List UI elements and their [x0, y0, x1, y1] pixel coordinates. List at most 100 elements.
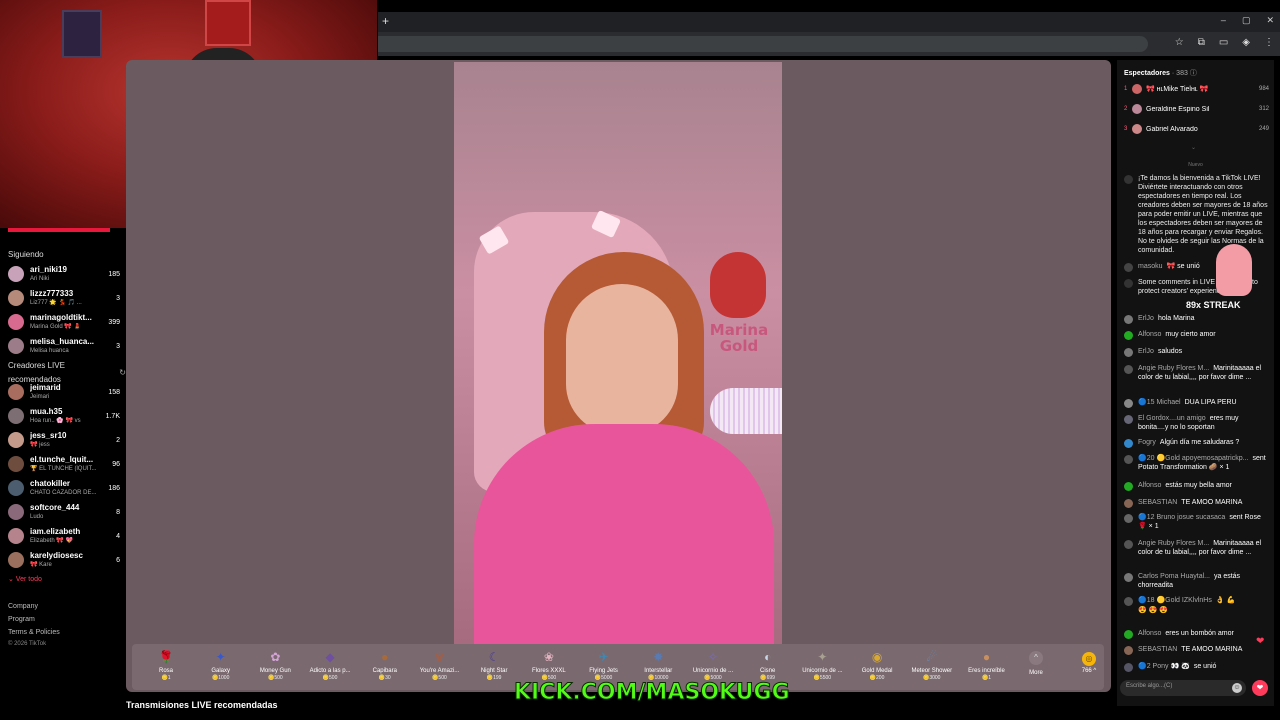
- gift-item[interactable]: ● Eres increíble 🪙1: [959, 646, 1015, 682]
- like-button[interactable]: ❤: [1252, 680, 1268, 696]
- footer-link-terms[interactable]: Terms & Policies: [8, 626, 126, 639]
- chat-username[interactable]: 🔵15 Michael: [1138, 399, 1181, 406]
- gift-cost: 🪙1000: [212, 675, 230, 681]
- extensions-icon[interactable]: ⧉: [1198, 37, 1205, 48]
- gift-name: Rosa: [158, 668, 173, 674]
- recommended-item-name: chatokiller: [30, 479, 71, 488]
- avatar: [8, 480, 24, 496]
- recommended-item-subtitle: 🏆 EL TUNCHE (lQUIT...: [30, 466, 97, 472]
- avatar: [1124, 482, 1133, 491]
- gift-more-button[interactable]: ^ More: [1008, 646, 1064, 677]
- chat-username[interactable]: 🔵20 🟡Gold apoyemosapatrickp...: [1138, 455, 1248, 462]
- info-icon[interactable]: ⓘ: [1190, 70, 1197, 77]
- avatar: [1124, 455, 1133, 464]
- following-item[interactable]: ari_niki19 Ari Niki 185: [8, 262, 126, 286]
- chat-username[interactable]: Alfonso: [1138, 482, 1161, 489]
- address-bar[interactable]: [378, 36, 1148, 52]
- profile-icon[interactable]: ◈: [1242, 37, 1250, 48]
- recommended-item[interactable]: karelydiosesc 🎀 Kare 6: [8, 548, 126, 572]
- footer-link-company[interactable]: Company: [8, 600, 126, 613]
- chat-username[interactable]: Alfonso: [1138, 630, 1161, 637]
- coin-balance[interactable]: ◎ 766 ^: [1076, 652, 1102, 674]
- chat-username[interactable]: 🔵12 Bruno josue sucasaca: [1138, 514, 1225, 521]
- webcam-wall-poster: [62, 10, 102, 58]
- chat-username[interactable]: SEBASTIAN: [1138, 499, 1177, 506]
- new-tab-icon[interactable]: +: [382, 14, 389, 28]
- maximize-icon[interactable]: ▢: [1242, 15, 1251, 26]
- browser-menu-icon[interactable]: ⋮: [1264, 37, 1274, 48]
- live-video[interactable]: Marina Gold: [454, 62, 782, 644]
- chat-message-body: estás muy bella amor: [1165, 482, 1232, 489]
- gift-item[interactable]: ✦ Galaxy 🪙1000: [193, 646, 249, 682]
- chat-message-text: El Gordox....un amigo eres muy bonita....…: [1138, 414, 1270, 432]
- recommended-item[interactable]: chatokiller CHATO CAZADOR DE... 186: [8, 476, 126, 500]
- following-item-subtitle: Marina Gold 🎀 💄: [30, 324, 81, 330]
- recommended-item[interactable]: mua.h35 Hoa run.. 🌸 🎀 vs 1.7K: [8, 404, 126, 428]
- gift-cost: 🪙1: [161, 675, 171, 681]
- avatar: [1124, 263, 1133, 272]
- chat-username[interactable]: ErlJo: [1138, 348, 1154, 355]
- chat-message-text: Alfonso eres un bombón amor: [1138, 629, 1234, 639]
- gift-item[interactable]: ◐ Cisne 🪙699: [740, 646, 796, 682]
- chat-username[interactable]: 🔵18 🟡Gold IZKlvlnHs: [1138, 597, 1212, 604]
- chat-username[interactable]: Alfonso: [1138, 331, 1161, 338]
- recommended-item[interactable]: iam.elizabeth Elizabeth 🎀 💖 4: [8, 524, 126, 548]
- chat-input[interactable]: Escribe algo...(C) ☺: [1120, 680, 1246, 696]
- footer-link-program[interactable]: Program: [8, 613, 126, 626]
- following-item[interactable]: lizzz777333 Liz777 🌟 💃 🎵 ... 3: [8, 286, 126, 310]
- avatar: [1124, 597, 1133, 606]
- recommended-item[interactable]: el.tunche_lquit... 🏆 EL TUNCHE (lQUIT... 9…: [8, 452, 126, 476]
- refresh-icon[interactable]: ↻: [119, 366, 126, 380]
- gift-item[interactable]: ♛ You're Amazi... 🪙500: [412, 646, 468, 682]
- chat-username[interactable]: masoku: [1138, 263, 1163, 270]
- chat-username[interactable]: 🔵2 Pony 👀 🐼: [1138, 663, 1190, 670]
- gift-item[interactable]: ❀ Flores XXXL 🪙500: [521, 646, 577, 682]
- gift-item[interactable]: ✦ Unicornio de ... 🪙5500: [794, 646, 850, 682]
- chat-message: 🔵20 🟡Gold apoyemosapatrickp... sent Potat…: [1124, 454, 1270, 472]
- recommended-item[interactable]: jess_sr10 🎀 jess 2: [8, 428, 126, 452]
- gift-item[interactable]: ✿ Money Gun 🪙500: [247, 646, 303, 682]
- minimize-icon[interactable]: –: [1221, 15, 1226, 26]
- gift-item[interactable]: ☾ Night Star 🪙199: [466, 646, 522, 682]
- following-item[interactable]: melisa_huanca... Melisa huanca 3: [8, 334, 126, 358]
- gift-item[interactable]: ● Capibara 🪙30: [357, 646, 413, 682]
- gift-item[interactable]: ◆ Adicto a las p... 🪙500: [302, 646, 358, 682]
- gift-item[interactable]: ◉ Gold Medal 🪙200: [849, 646, 905, 682]
- top-viewer-row[interactable]: 2 Geraldine Espino Sil 312: [1124, 102, 1269, 116]
- close-icon[interactable]: ✕: [1266, 15, 1274, 26]
- top-viewer-row[interactable]: 3 Gabriel Alvarado 249: [1124, 122, 1269, 136]
- chevron-down-icon[interactable]: ⌄: [1191, 144, 1196, 151]
- chat-username[interactable]: Angie Ruby Flores M...: [1138, 365, 1209, 372]
- gift-item[interactable]: ✧ Unicornio de ... 🪙5000: [685, 646, 741, 682]
- recommended-item-subtitle: Elizabeth 🎀 💖: [30, 538, 73, 544]
- chat-message-body: 👌 💪: [1215, 597, 1236, 604]
- recommended-item[interactable]: jeimarid Jeimari 158: [8, 380, 126, 404]
- gift-item[interactable]: ✈ Flying Jets 🪙5000: [576, 646, 632, 682]
- chat-username[interactable]: El Gordox....un amigo: [1138, 415, 1206, 422]
- chat-message-body: DUA LIPA PERU: [1184, 399, 1237, 406]
- chat-username[interactable]: SEBASTIAN: [1138, 646, 1177, 653]
- chat-username[interactable]: Angie Ruby Flores M...: [1138, 540, 1209, 547]
- chat-username[interactable]: Fogry: [1138, 439, 1156, 446]
- top-viewer-row[interactable]: 1 🎀 ʜʟMike Tielʜʟ 🎀 984: [1124, 82, 1269, 96]
- recommended-item-subtitle: Jeimari: [30, 394, 50, 400]
- see-all-link[interactable]: ⌄ Ver todo: [8, 574, 126, 586]
- gift-item[interactable]: ✸ Interstellar 🪙10000: [630, 646, 686, 682]
- chat-username[interactable]: Carlos Poma Huaytal...: [1138, 573, 1210, 580]
- viewers-header[interactable]: Espectadores · 383 ⓘ: [1124, 68, 1197, 78]
- gift-name: Unicornio de ...: [802, 668, 843, 674]
- recommended-item-name: karelydiosesc: [30, 551, 83, 560]
- following-item[interactable]: marinagoldtikt... Marina Gold 🎀 💄 399: [8, 310, 126, 334]
- recommended-item[interactable]: softcore_444 Ludo 8: [8, 500, 126, 524]
- gift-name: Flying Jets: [589, 668, 618, 674]
- bookmark-star-icon[interactable]: ☆: [1175, 37, 1184, 48]
- avatar: [1124, 399, 1133, 408]
- gift-item[interactable]: ☄ Meteor Shower 🪙3000: [904, 646, 960, 682]
- chat-input-placeholder: Escribe algo...(C): [1126, 683, 1173, 689]
- side-panel-icon[interactable]: ▭: [1219, 37, 1228, 48]
- recommended-item-viewer-count: 96: [112, 460, 120, 468]
- chat-username[interactable]: ErlJo: [1138, 315, 1154, 322]
- toolbar-icons: ☆ ⧉ ▭ ◈ ⋮: [1175, 37, 1274, 48]
- emoji-icon[interactable]: ☺: [1232, 683, 1242, 693]
- gift-item[interactable]: 🌹 Rosa 🪙1: [138, 646, 194, 682]
